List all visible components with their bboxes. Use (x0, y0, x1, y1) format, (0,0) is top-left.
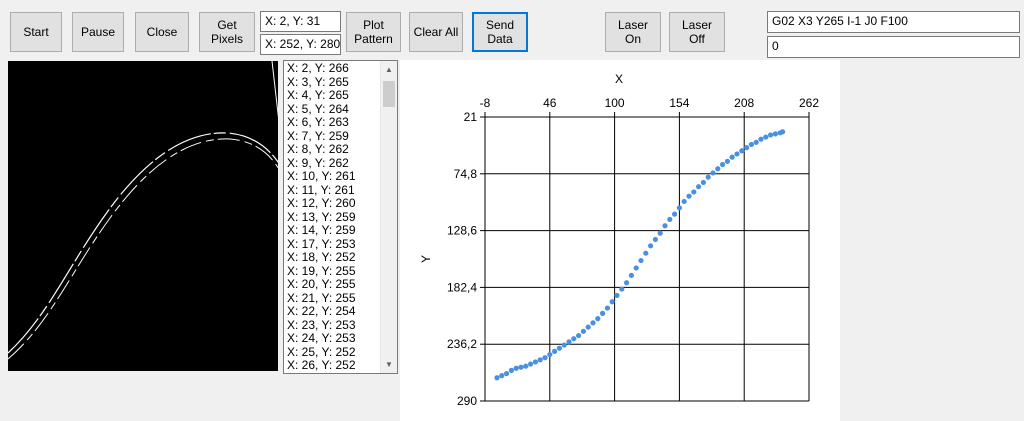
data-point (609, 299, 615, 305)
data-point (753, 139, 759, 145)
data-point (513, 365, 519, 371)
data-point (532, 359, 538, 365)
data-point (724, 158, 730, 164)
data-point (528, 361, 534, 367)
preview-curve-canvas (7, 60, 281, 360)
data-point (676, 205, 682, 211)
x-tick-label: 262 (799, 96, 819, 110)
x-tick-label: 100 (605, 96, 625, 110)
response-field[interactable]: 0 (767, 36, 1020, 58)
data-point (628, 272, 634, 278)
data-point (681, 198, 687, 205)
data-point (744, 145, 750, 151)
close-button[interactable]: Close (135, 12, 189, 52)
data-point (652, 236, 658, 243)
data-point (633, 265, 639, 271)
data-point (700, 179, 706, 186)
data-point (748, 141, 754, 148)
data-point (585, 324, 591, 330)
chevron-down-icon[interactable]: ▼ (381, 356, 397, 373)
data-point (571, 336, 577, 342)
image-preview (7, 60, 281, 371)
data-point (624, 280, 630, 286)
preview-curve-outer (7, 132, 281, 354)
data-point (508, 367, 514, 373)
data-point (552, 348, 558, 354)
data-point (691, 189, 697, 195)
data-point (619, 286, 625, 292)
data-point (763, 134, 769, 140)
x-axis-label: X (615, 72, 623, 86)
data-point (729, 154, 735, 160)
data-point (556, 345, 562, 351)
data-point (768, 132, 774, 138)
get-pixels-button[interactable]: Get Pixels (199, 12, 255, 52)
x-tick-label: 208 (734, 96, 754, 110)
y-tick-label: 182,4 (447, 280, 477, 294)
list-scrollbar[interactable]: ▲ ▼ (380, 61, 397, 373)
scatter-chart: -8 46 100 154 208 262 21 74,8 128,6 182,4 236,2 290… (419, 72, 819, 408)
data-point (504, 370, 510, 377)
data-point (561, 342, 567, 348)
data-point (686, 193, 692, 199)
laser-on-button[interactable]: Laser On (605, 12, 661, 52)
clear-all-button[interactable]: Clear All (409, 12, 463, 52)
data-point (739, 148, 745, 154)
chevron-up-icon[interactable]: ▲ (381, 61, 397, 78)
pause-button[interactable]: Pause (72, 12, 124, 52)
y-axis-label: Y (419, 255, 433, 263)
data-point (590, 320, 596, 326)
x-tick-label: -8 (480, 96, 491, 110)
data-point (580, 328, 586, 334)
laser-off-button[interactable]: Laser Off (669, 12, 725, 52)
data-point (576, 332, 582, 339)
data-point (662, 223, 668, 229)
x-tick-label: 154 (669, 96, 689, 110)
plot-pattern-button[interactable]: Plot Pattern (346, 12, 401, 52)
data-point (547, 351, 553, 358)
data-point (614, 292, 620, 299)
data-point (604, 305, 610, 311)
end-point-field[interactable]: X: 252, Y: 280 (260, 34, 341, 55)
coordinate-list[interactable]: X: 2, Y: 266 X: 3, Y: 265 X: 4, Y: 265 X: 5… (283, 60, 398, 374)
y-tick-label: 21 (464, 110, 478, 124)
gcode-command-field[interactable]: G02 X3 Y265 I-1 J0 F100 (767, 11, 1020, 33)
data-point (667, 216, 673, 223)
data-point (772, 131, 778, 137)
preview-curve-inner (7, 138, 281, 360)
data-point (657, 230, 663, 236)
data-point (595, 316, 601, 322)
data-point (705, 174, 711, 180)
y-tick-label: 128,6 (447, 224, 477, 238)
data-point (566, 339, 572, 345)
data-point (720, 161, 726, 168)
data-point (523, 363, 529, 369)
data-point (734, 151, 740, 157)
data-point (710, 170, 716, 176)
chart-panel: -8 46 100 154 208 262 21 74,8 128,6 182,4 236,2 290… (400, 60, 840, 421)
y-tick-label: 290 (457, 394, 477, 408)
x-tick-label: 46 (543, 96, 557, 110)
data-point (542, 355, 548, 361)
data-point (758, 136, 764, 142)
start-button[interactable]: Start (10, 12, 62, 52)
data-point (648, 243, 654, 249)
data-point (672, 211, 678, 217)
data-point (499, 373, 505, 379)
preview-edge-mark (271, 60, 281, 132)
start-point-field[interactable]: X: 2, Y: 31 (260, 11, 341, 32)
data-point (643, 250, 649, 256)
y-tick-label: 236,2 (447, 337, 477, 351)
data-point (494, 375, 500, 381)
data-point (696, 184, 702, 190)
data-point (715, 166, 721, 172)
data-point (780, 129, 786, 135)
send-data-button[interactable]: Send Data (472, 12, 528, 52)
data-point (638, 257, 644, 264)
data-point (537, 357, 543, 363)
data-point (518, 364, 524, 370)
data-point (600, 310, 606, 316)
y-tick-label: 74,8 (454, 167, 478, 181)
scrollbar-thumb[interactable] (383, 81, 395, 107)
